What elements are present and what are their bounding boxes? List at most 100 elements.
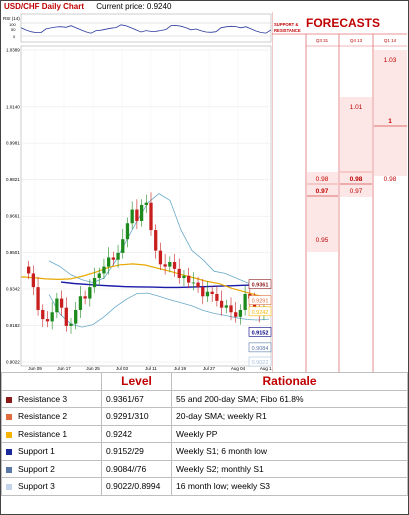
x-tick-label: Jun 17 [57, 366, 71, 371]
y-tick-label: 1.0140 [6, 104, 20, 109]
forecasts-panel: SUPPORT & RESISTANCE FORECASTS Q3 31 Q4 … [271, 12, 408, 372]
table-row: Resistance 1 0.9242 Weekly PP [1, 424, 408, 443]
row-name: Support 2 [18, 463, 55, 474]
candle-body [78, 296, 83, 310]
row-name: Resistance 2 [18, 411, 68, 422]
level-label: 0.9291 [252, 299, 269, 305]
x-tick-label: Aug 04 [231, 366, 246, 371]
price-chart: RSI (14) 100 50 0 1.03891.01400.99810.98… [3, 13, 275, 371]
row-rationale: Weekly PP [171, 424, 408, 443]
fc-col1-value-2: 0.97 [316, 188, 329, 195]
fc-col3-value-3: 0.98 [384, 176, 397, 183]
row-name-cell: Resistance 2 [1, 407, 102, 426]
fc-col3-value-2: 1 [388, 118, 392, 125]
row-name: Resistance 3 [18, 393, 68, 404]
candle-body [219, 300, 224, 308]
sr-label-line1: SUPPORT & [274, 22, 298, 27]
chart-title: USD/CHF Daily Chart [4, 2, 85, 11]
x-tick-label: Jul 27 [203, 366, 216, 371]
row-name: Support 3 [18, 481, 55, 492]
candle-body [83, 296, 87, 299]
candle-body [69, 323, 73, 326]
candle-body [139, 204, 144, 221]
row-name-cell: Support 1 [1, 442, 102, 461]
rsi-label: RSI (14) [3, 16, 20, 21]
row-name-cell: Resistance 1 [1, 424, 102, 443]
candle-body [111, 257, 115, 260]
rsi-tick-50: 50 [11, 27, 16, 32]
row-rationale: 16 month low; weekly S3 [171, 477, 408, 496]
y-tick-label: 0.9661 [6, 214, 20, 219]
levels-header-level: Level [101, 372, 172, 391]
x-tick-label: Jul 03 [116, 366, 129, 371]
sr-label-line2: RESISTANCE [274, 28, 301, 33]
x-tick-label: Jun 25 [86, 366, 100, 371]
level-label: 0.9084 [252, 346, 269, 352]
row-level: 0.9361/67 [101, 389, 172, 408]
candle-body [116, 252, 120, 260]
levels-header-rationale: Rationale [171, 372, 408, 391]
level-label: 0.9022 [252, 360, 269, 366]
row-rationale: 20-day SMA; weekly R1 [171, 407, 408, 426]
candle-body [149, 202, 153, 231]
row-level: 0.9152/29 [101, 442, 172, 461]
candle-body [201, 287, 205, 297]
candle-body [64, 307, 68, 326]
candle-body [154, 230, 158, 251]
level-label: 0.9152 [252, 330, 269, 336]
candle-body [55, 298, 59, 313]
candle-body [74, 309, 78, 324]
fc-col2-value-2: 0.98 [350, 176, 363, 183]
candle-body [107, 257, 111, 267]
levels-header-blank [1, 372, 102, 391]
candle-body [125, 223, 130, 240]
candle-body [88, 287, 92, 299]
candle-body [205, 291, 210, 297]
fc-col2-value-3: 0.97 [350, 188, 363, 195]
candle-body [238, 309, 243, 317]
candle-body [243, 293, 247, 310]
fc-col-header-q1: Q1 14 [384, 38, 397, 43]
y-tick-label: 0.9821 [6, 177, 20, 182]
level-label: 0.9242 [252, 310, 269, 316]
candle-body [210, 291, 214, 294]
candle-body [187, 275, 191, 283]
candle-body [196, 282, 200, 288]
candle-body [182, 275, 186, 279]
candle-body [130, 209, 134, 224]
row-name: Support 1 [18, 446, 55, 457]
candle-body [234, 312, 238, 317]
row-name-cell: Support 2 [1, 459, 102, 478]
candle-body [224, 305, 228, 308]
y-tick-label: 0.9182 [6, 323, 20, 328]
resistance2-swatch [6, 414, 12, 420]
fc-col1-value-1: 0.98 [316, 176, 329, 183]
y-tick-label: 0.9022 [6, 360, 20, 365]
candle-body [41, 309, 45, 320]
candle-body [102, 266, 106, 274]
row-level: 0.9022/0.8994 [101, 477, 172, 496]
level-label: 0.9361 [252, 283, 269, 289]
table-row: Resistance 3 0.9361/67 55 and 200-day SM… [1, 389, 408, 408]
table-row: Support 3 0.9022/0.8994 16 month low; we… [1, 477, 408, 496]
candle-body [121, 239, 125, 253]
candle-body [92, 278, 97, 288]
candle-body [168, 262, 172, 267]
candle-body [177, 268, 181, 279]
resistance1-swatch [6, 431, 12, 438]
x-tick-label: Jul 19 [174, 366, 187, 371]
candle-body [27, 266, 31, 274]
candle-body [172, 262, 177, 269]
y-tick-label: 0.9981 [6, 141, 20, 146]
table-row: Support 1 0.9152/29 Weekly S1; 6 month l… [1, 442, 408, 461]
candle-body [191, 282, 195, 284]
fc-col3-value-1: 1.03 [384, 57, 397, 64]
levels-table: Level Rationale Resistance 3 0.9361/67 5… [1, 372, 408, 496]
fc-col3-shade [374, 50, 407, 176]
resistance3-swatch [6, 396, 12, 403]
row-level: 0.9084//76 [101, 459, 172, 478]
candle-body [45, 319, 50, 322]
x-tick-label: Jun 09 [28, 366, 42, 371]
candle-body [31, 273, 35, 288]
y-tick-label: 0.9342 [6, 286, 20, 291]
